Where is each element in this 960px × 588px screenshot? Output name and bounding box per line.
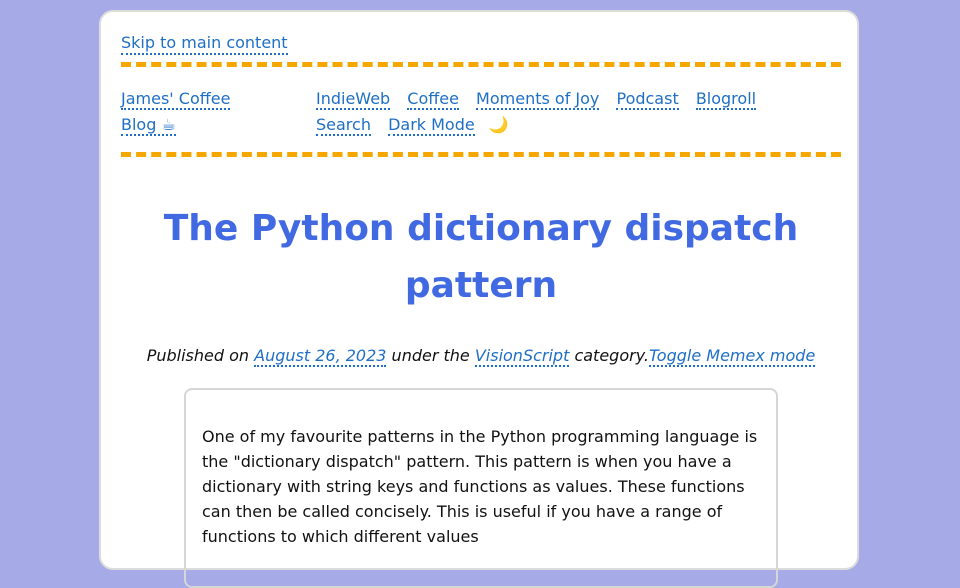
article-meta: Published on August 26, 2023 under the V… — [101, 345, 861, 367]
category-suffix: category. — [569, 346, 649, 365]
page-card: Skip to main content James' Coffee Blog … — [99, 10, 861, 588]
nav-item-coffee[interactable]: Coffee — [407, 89, 459, 110]
nav-item-indieweb[interactable]: IndieWeb — [316, 89, 391, 110]
publish-date-link[interactable]: August 26, 2023 — [254, 346, 387, 367]
nav-item-moments-of-joy[interactable]: Moments of Joy — [476, 89, 600, 110]
main-navigation: IndieWeb Coffee Moments of Joy Podcast B… — [316, 86, 836, 138]
site-brand: James' Coffee Blog ☕ — [121, 86, 301, 138]
nav-item-blogroll[interactable]: Blogroll — [695, 89, 757, 110]
site-title-link-line1[interactable]: James' Coffee — [121, 89, 231, 110]
header-bottom-divider — [121, 152, 841, 157]
header-top-divider — [121, 62, 841, 67]
site-title-link-line2[interactable]: Blog ☕ — [121, 115, 176, 136]
published-prefix: Published on — [146, 346, 255, 365]
article-title: The Python dictionary dispatch pattern — [163, 208, 799, 306]
nav-item-podcast[interactable]: Podcast — [616, 89, 679, 110]
category-link[interactable]: VisionScript — [474, 346, 570, 367]
article-body-paragraph: One of my favourite patterns in the Pyth… — [202, 427, 758, 546]
toggle-memex-mode-link[interactable]: Toggle Memex mode — [649, 346, 816, 367]
under-text: under the — [386, 346, 475, 365]
skip-to-content-link[interactable]: Skip to main content — [121, 33, 288, 55]
article-content: One of my favourite patterns in the Pyth… — [184, 388, 778, 588]
moon-icon[interactable]: 🌙 — [489, 115, 509, 134]
nav-item-search[interactable]: Search — [316, 115, 371, 136]
nav-item-dark-mode[interactable]: Dark Mode — [388, 115, 475, 136]
